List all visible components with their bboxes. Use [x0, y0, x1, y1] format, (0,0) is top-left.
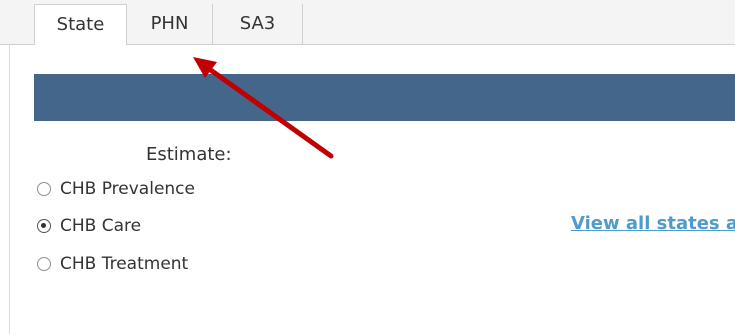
header-banner: [34, 74, 735, 121]
radio-button[interactable]: [37, 219, 51, 233]
view-all-states-link[interactable]: View all states a: [571, 213, 735, 234]
tab-state[interactable]: State: [34, 4, 127, 45]
radio-button[interactable]: [37, 257, 51, 271]
tab-bar: State PHN SA3: [0, 0, 735, 45]
content-left-border: [9, 44, 10, 334]
radio-label: CHB Treatment: [60, 254, 189, 274]
estimate-label: Estimate:: [146, 144, 232, 165]
radio-button[interactable]: [37, 182, 51, 196]
tab-phn[interactable]: PHN: [127, 4, 213, 44]
radio-label: CHB Prevalence: [60, 179, 195, 199]
tab-sa3[interactable]: SA3: [213, 4, 303, 44]
arrow-icon: [193, 57, 334, 159]
radio-option-chb-treatment[interactable]: CHB Treatment: [37, 252, 188, 276]
radio-option-chb-prevalence[interactable]: CHB Prevalence: [37, 177, 195, 201]
radio-label: CHB Care: [60, 216, 142, 236]
radio-option-chb-care[interactable]: CHB Care: [37, 214, 141, 238]
